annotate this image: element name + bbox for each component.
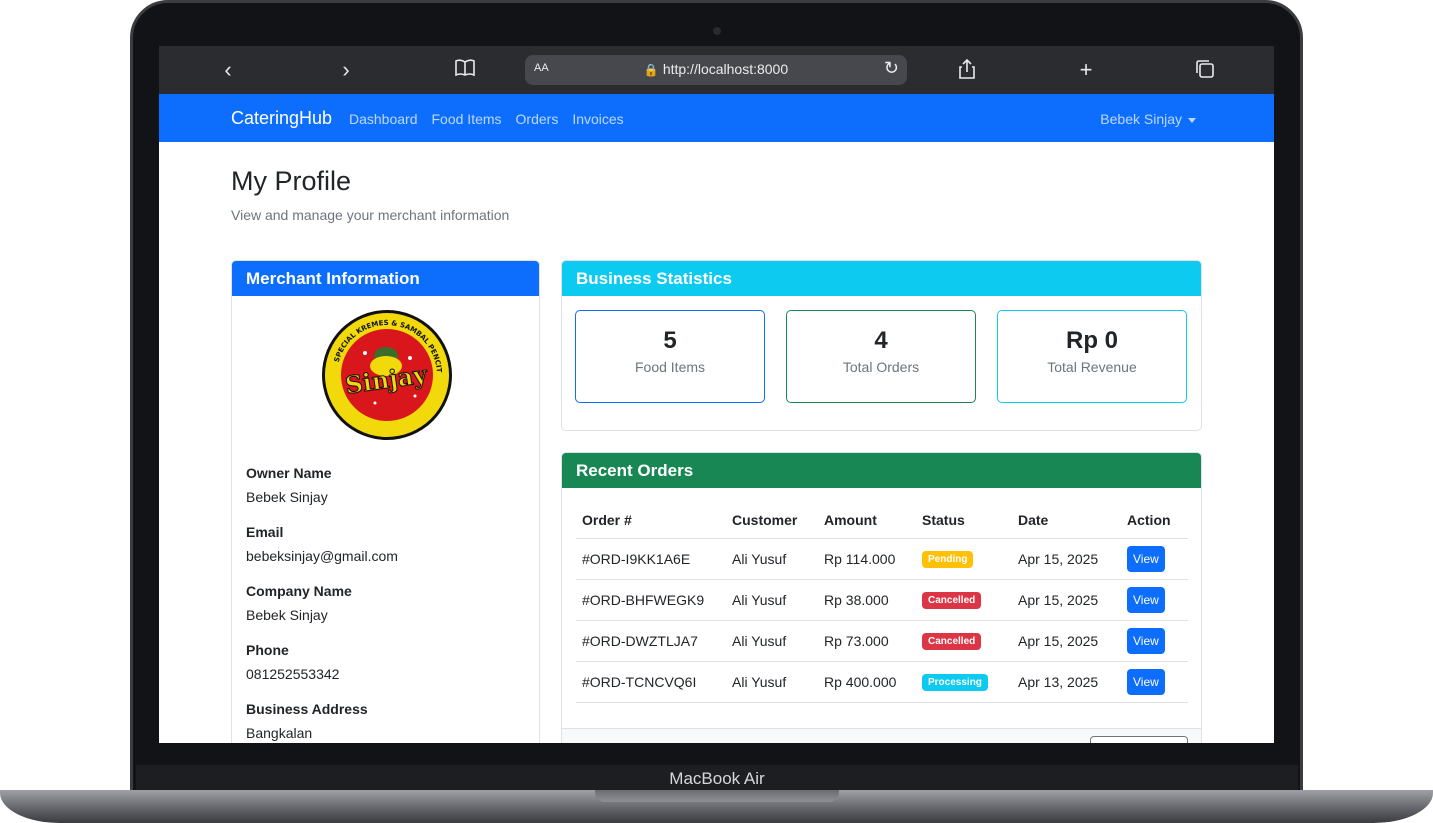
merchant-card-header: Merchant Information	[232, 261, 539, 296]
address-bar[interactable]: AA 🔒 http://localhost:8000 ↻	[525, 55, 907, 85]
book-icon[interactable]	[453, 58, 477, 82]
nav-link-invoices[interactable]: Invoices	[572, 111, 623, 127]
nav-link-food-items[interactable]: Food Items	[432, 111, 502, 127]
column-header: Date	[1012, 503, 1121, 539]
merchant-card: Merchant Information Sinjay SPECIAL KREM…	[231, 260, 540, 743]
tabs-icon[interactable]	[1193, 58, 1217, 82]
nav-link-dashboard[interactable]: Dashboard	[349, 111, 418, 127]
merchant-logo: Sinjay SPECIAL KREMES & SAMBAL PENCIT	[320, 308, 454, 442]
business-address-field: Business Address Bangkalan	[246, 701, 368, 741]
stats-card-header: Business Statistics	[562, 261, 1201, 296]
table-row: #ORD-DWZTLJA7 Ali Yusuf Rp 73.000 Cancel…	[576, 620, 1188, 662]
laptop-notch	[595, 790, 839, 802]
order-customer: Ali Yusuf	[726, 579, 818, 621]
screen: ‹ › AA 🔒 http://localhost:8000 ↻ + Cateri…	[159, 46, 1274, 743]
column-header: Amount	[818, 503, 916, 539]
stat-label: Total Revenue	[1047, 359, 1137, 375]
user-name: Bebek Sinjay	[1100, 111, 1182, 127]
order-customer: Ali Yusuf	[726, 538, 818, 580]
column-header: Order #	[576, 503, 726, 539]
field-label: Company Name	[246, 583, 352, 599]
order-amount: Rp 38.000	[818, 579, 916, 621]
status-badge: Cancelled	[922, 633, 982, 650]
field-value: Bangkalan	[246, 725, 313, 741]
stat-label: Food Items	[634, 359, 706, 375]
user-dropdown[interactable]: Bebek Sinjay	[1100, 111, 1196, 127]
order-id: #ORD-TCNCVQ6I	[576, 661, 726, 703]
company-name-field: Company Name Bebek Sinjay	[246, 583, 352, 623]
table-header-row: Order # Customer Amount Status Date Acti…	[576, 503, 1188, 539]
lock-icon: 🔒	[643, 63, 659, 77]
order-amount: Rp 400.000	[818, 661, 916, 703]
plus-icon[interactable]: +	[1074, 58, 1098, 82]
table-row: #ORD-I9KK1A6E Ali Yusuf Rp 114.000 Pendi…	[576, 538, 1188, 580]
forward-icon[interactable]: ›	[334, 58, 358, 82]
business-statistics-card: Business Statistics 5 Food Items 4 Total…	[561, 260, 1202, 431]
share-icon[interactable]	[955, 58, 979, 82]
order-date: Apr 15, 2025	[1012, 579, 1121, 621]
view-order-button[interactable]: View	[1127, 586, 1165, 613]
back-icon[interactable]: ‹	[216, 58, 240, 82]
field-value: Bebek Sinjay	[246, 489, 328, 505]
device-label: MacBook Air	[136, 765, 1298, 793]
table-row: #ORD-BHFWEGK9 Ali Yusuf Rp 38.000 Cancel…	[576, 579, 1188, 621]
reload-icon[interactable]: ↻	[884, 58, 899, 79]
order-amount: Rp 73.000	[818, 620, 916, 662]
field-label: Business Address	[246, 701, 368, 717]
stat-total-revenue: Rp 0 Total Revenue	[997, 310, 1187, 403]
browser-toolbar: ‹ › AA 🔒 http://localhost:8000 ↻ +	[159, 46, 1274, 94]
field-value: bebeksinjay@gmail.com	[246, 548, 398, 564]
status-badge: Pending	[922, 551, 974, 568]
order-date: Apr 15, 2025	[1012, 620, 1121, 662]
page-title: My Profile	[231, 166, 352, 196]
field-label: Email	[246, 524, 284, 540]
navbar: CateringHub Dashboard Food Items Orders …	[159, 94, 1274, 142]
nav-link-orders[interactable]: Orders	[516, 111, 559, 127]
view-all-orders-button[interactable]	[1090, 736, 1188, 743]
column-header: Customer	[726, 503, 818, 539]
view-order-button[interactable]: View	[1127, 668, 1165, 695]
field-label: Owner Name	[246, 465, 332, 481]
stat-total-orders: 4 Total Orders	[786, 310, 976, 403]
field-label: Phone	[246, 642, 289, 658]
order-id: #ORD-I9KK1A6E	[576, 538, 726, 580]
recent-orders-card: Recent Orders Order # Customer Amount St…	[561, 452, 1202, 743]
stat-label: Total Orders	[842, 359, 920, 375]
order-id: #ORD-DWZTLJA7	[576, 620, 726, 662]
orders-table: Order # Customer Amount Status Date Acti…	[576, 503, 1188, 703]
url-text: http://localhost:8000	[662, 61, 789, 77]
view-order-button[interactable]: View	[1127, 545, 1165, 572]
order-amount: Rp 114.000	[818, 538, 916, 580]
camera-icon	[713, 27, 721, 35]
orders-card-header: Recent Orders	[562, 453, 1201, 488]
nav-links: Dashboard Food Items Orders Invoices	[349, 111, 624, 127]
email-field: Email bebeksinjay@gmail.com	[246, 524, 398, 564]
order-id: #ORD-BHFWEGK9	[576, 579, 726, 621]
brand-link[interactable]: CateringHub	[231, 108, 332, 129]
table-row: #ORD-TCNCVQ6I Ali Yusuf Rp 400.000 Proce…	[576, 661, 1188, 703]
field-value: 081252553342	[246, 666, 340, 682]
stat-value: 4	[874, 327, 888, 354]
order-date: Apr 13, 2025	[1012, 661, 1121, 703]
stat-value: 5	[663, 327, 677, 354]
orders-card-footer	[562, 728, 1201, 743]
view-order-button[interactable]: View	[1127, 627, 1165, 654]
column-header: Action	[1121, 503, 1188, 539]
order-customer: Ali Yusuf	[726, 661, 818, 703]
page-subtitle: View and manage your merchant informatio…	[231, 207, 510, 223]
column-header: Status	[916, 503, 1012, 539]
stat-value: Rp 0	[1065, 327, 1118, 354]
caret-down-icon	[1188, 117, 1196, 123]
order-customer: Ali Yusuf	[726, 620, 818, 662]
stat-food-items: 5 Food Items	[575, 310, 765, 403]
status-badge: Cancelled	[922, 592, 982, 609]
phone-field: Phone 081252553342	[246, 642, 339, 682]
status-badge: Processing	[922, 674, 988, 691]
field-value: Bebek Sinjay	[246, 607, 328, 623]
owner-name-field: Owner Name Bebek Sinjay	[246, 465, 332, 505]
order-date: Apr 15, 2025	[1012, 538, 1121, 580]
